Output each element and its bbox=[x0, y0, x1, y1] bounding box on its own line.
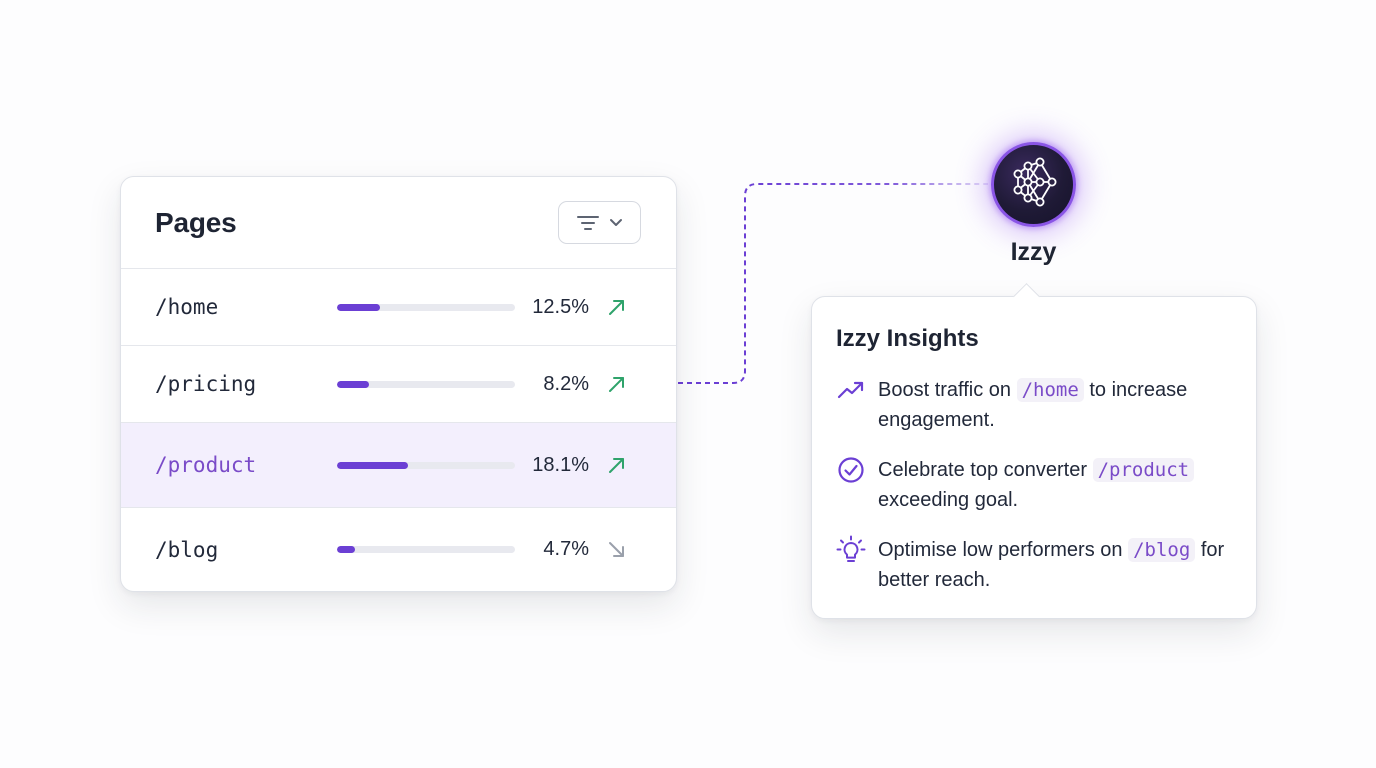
page-percent: 8.2% bbox=[543, 372, 589, 395]
page-row[interactable]: /pricing 8.2% bbox=[121, 346, 676, 423]
chevron-down-icon bbox=[609, 218, 623, 228]
insight-item: Celebrate top converter /product exceedi… bbox=[836, 455, 1236, 515]
arrow-down-right-icon bbox=[606, 539, 628, 561]
insight-item: Optimise low performers on /blog for bet… bbox=[836, 535, 1236, 595]
progress-bar-fill bbox=[337, 380, 370, 388]
insight-code-chip[interactable]: /product bbox=[1092, 458, 1195, 482]
insights-panel: Izzy Insights Boost traffic on /home to … bbox=[811, 283, 1257, 619]
progress-bar bbox=[337, 461, 515, 469]
page-path[interactable]: /pricing bbox=[155, 372, 337, 396]
page-percent: 18.1% bbox=[532, 453, 589, 476]
arrow-up-right-icon bbox=[606, 373, 628, 395]
page-path[interactable]: /blog bbox=[155, 538, 337, 562]
page-path[interactable]: /product bbox=[155, 453, 337, 477]
progress-bar bbox=[337, 546, 515, 553]
progress-bar-fill bbox=[337, 461, 409, 469]
insight-code-chip[interactable]: /blog bbox=[1128, 538, 1196, 562]
insights-pointer bbox=[1013, 283, 1040, 310]
insight-text-before: Celebrate top converter bbox=[878, 459, 1093, 481]
insight-text-before: Boost traffic on bbox=[878, 379, 1017, 401]
page-row[interactable]: /blog 4.7% bbox=[121, 508, 676, 591]
assistant-name: Izzy bbox=[1010, 238, 1057, 266]
progress-bar bbox=[337, 303, 515, 311]
pages-header: Pages bbox=[121, 177, 676, 269]
progress-bar bbox=[337, 380, 515, 388]
progress-bar-fill bbox=[337, 303, 380, 311]
pages-title: Pages bbox=[155, 206, 237, 238]
insight-code-chip[interactable]: /home bbox=[1016, 378, 1084, 402]
insight-text: Celebrate top converter /product exceedi… bbox=[878, 455, 1236, 515]
filter-icon bbox=[576, 215, 599, 231]
stage: Pages /home 12.5% /pricing 8.2% /product… bbox=[0, 0, 1376, 768]
page-row[interactable]: /home 12.5% bbox=[121, 269, 676, 346]
page-percent: 12.5% bbox=[532, 295, 589, 318]
page-path[interactable]: /home bbox=[155, 295, 337, 319]
insight-text: Boost traffic on /home to increase engag… bbox=[878, 375, 1236, 435]
check-circle-icon bbox=[836, 455, 866, 485]
insight-text: Optimise low performers on /blog for bet… bbox=[878, 535, 1236, 595]
izzy-avatar[interactable] bbox=[991, 142, 1076, 227]
pages-panel: Pages /home 12.5% /pricing 8.2% /product… bbox=[120, 176, 677, 592]
progress-bar-fill bbox=[337, 546, 355, 553]
insight-item: Boost traffic on /home to increase engag… bbox=[836, 375, 1236, 435]
arrow-up-right-icon bbox=[606, 454, 628, 476]
lightbulb-icon bbox=[836, 535, 866, 565]
trending-up-icon bbox=[836, 375, 866, 405]
insights-title: Izzy Insights bbox=[836, 325, 979, 352]
page-percent: 4.7% bbox=[543, 538, 589, 560]
insight-text-before: Optimise low performers on bbox=[878, 539, 1129, 561]
page-row-highlighted[interactable]: /product 18.1% bbox=[121, 423, 676, 508]
arrow-up-right-icon bbox=[606, 296, 628, 318]
neural-network-icon bbox=[1008, 156, 1060, 213]
insight-text-after: exceeding goal. bbox=[878, 489, 1019, 511]
filter-dropdown-button[interactable] bbox=[558, 201, 641, 244]
